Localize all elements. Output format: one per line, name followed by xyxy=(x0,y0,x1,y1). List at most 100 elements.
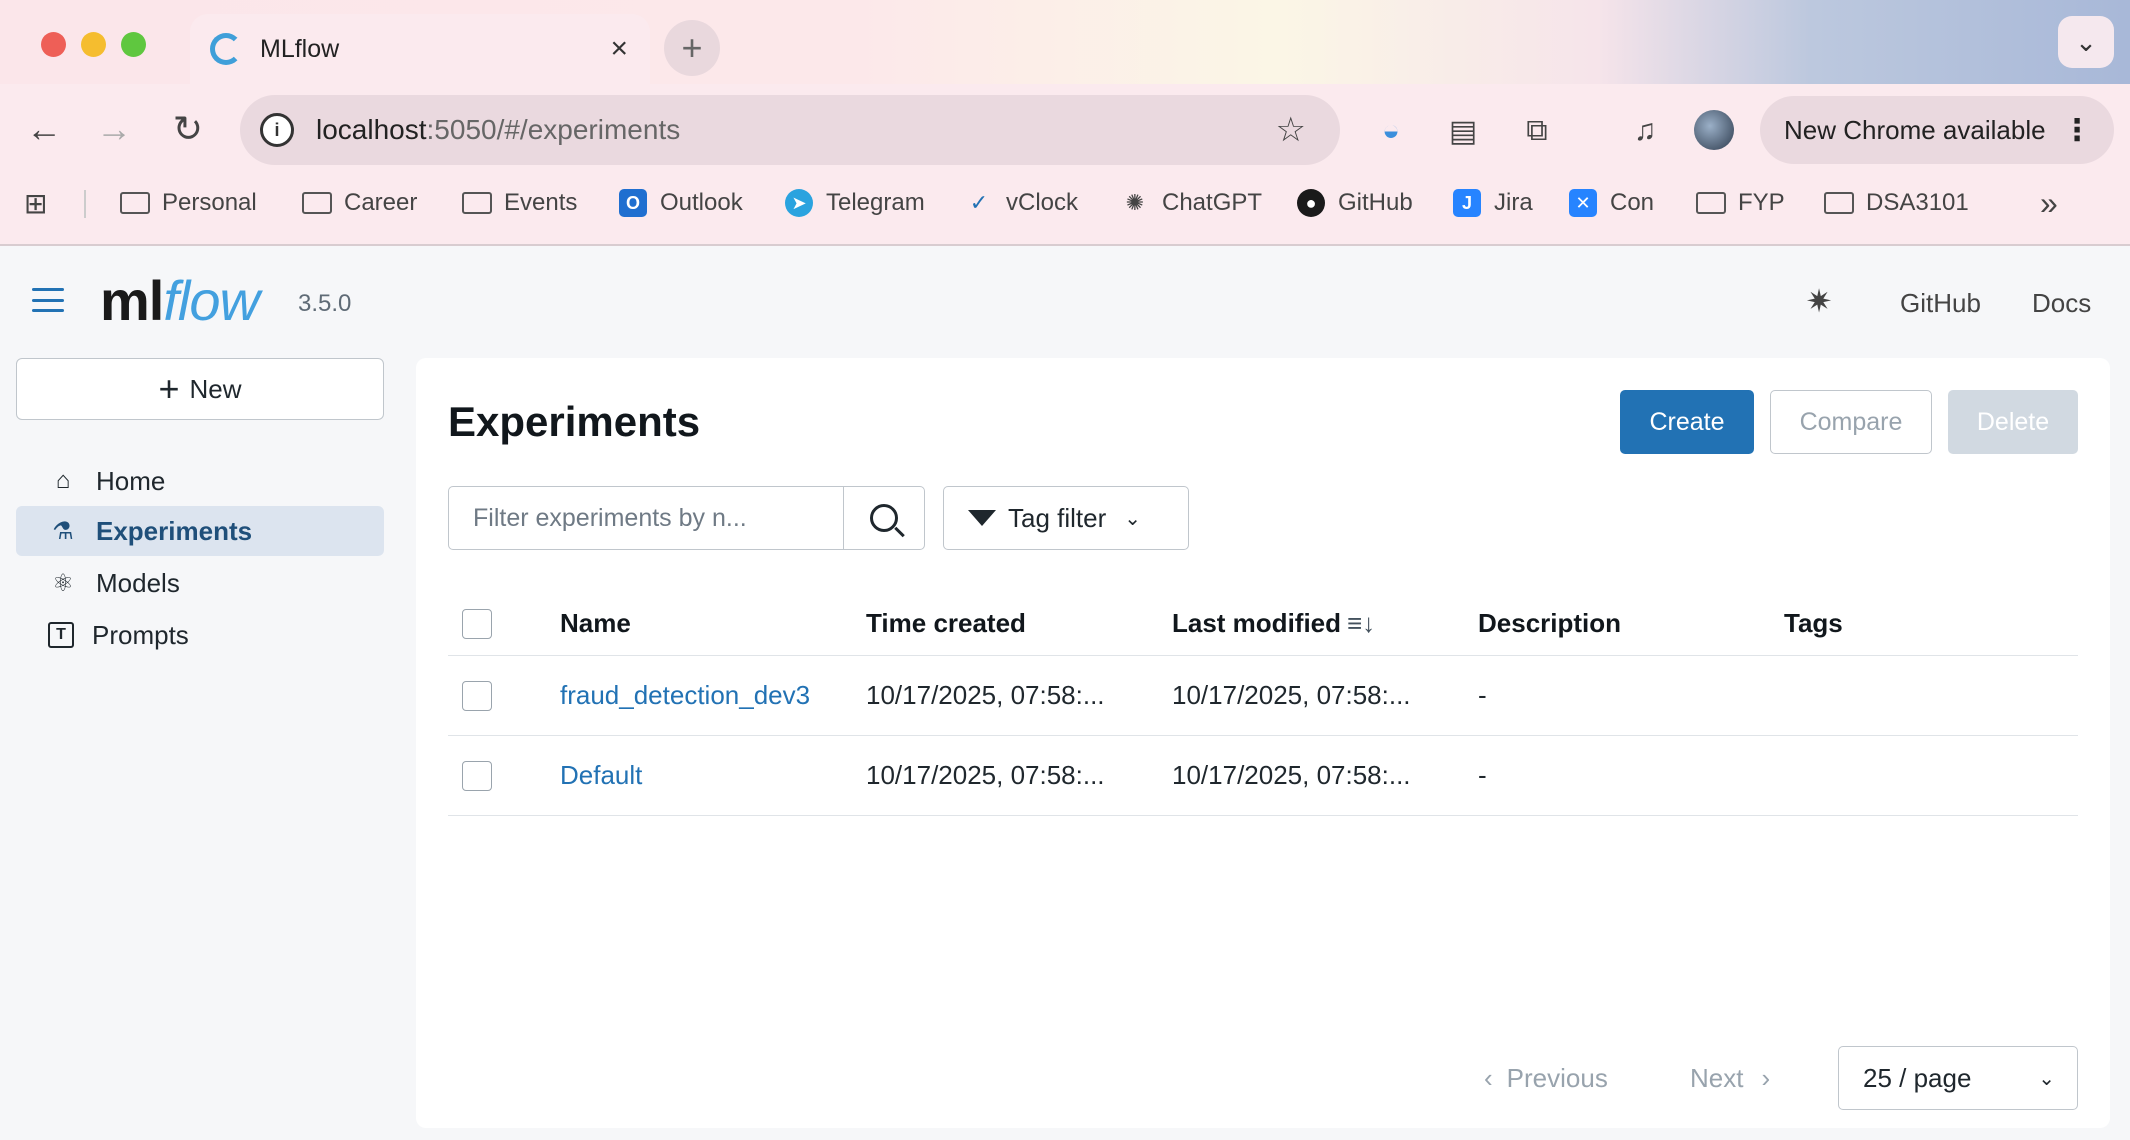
search-button[interactable] xyxy=(843,486,925,550)
more-menu-icon[interactable]: ⋮ xyxy=(2062,113,2092,148)
mlflow-app: mlflow 3.5.0 ✷ GitHub Docs + New ⌂ Home … xyxy=(0,246,2130,1140)
folder-icon xyxy=(1696,191,1726,215)
column-header-description: Description xyxy=(1478,608,1622,638)
folder-icon xyxy=(1824,191,1854,215)
delete-button[interactable]: Delete xyxy=(1948,390,2078,454)
prompts-icon: T xyxy=(48,622,74,648)
maximize-window-button[interactable] xyxy=(121,32,146,57)
row-checkbox[interactable] xyxy=(462,760,492,791)
url-text[interactable]: localhost:5050/#/experiments xyxy=(316,114,1276,146)
sort-descending-icon[interactable]: ≡↓ xyxy=(1347,608,1375,639)
bookmark-personal[interactable]: Personal xyxy=(120,180,257,226)
tab-search-chevron-icon[interactable]: ⌄ xyxy=(2058,16,2114,68)
chatgpt-icon: ✺ xyxy=(1125,190,1145,215)
folder-icon xyxy=(462,191,492,215)
filter-funnel-icon xyxy=(968,510,996,526)
bookmark-vclock[interactable]: ✓ vClock xyxy=(964,180,1078,226)
forward-arrow-icon[interactable]: → xyxy=(92,108,136,150)
sidebar-item-experiments[interactable]: ⚗ Experiments xyxy=(16,506,384,556)
new-button[interactable]: + New xyxy=(16,358,384,420)
tab-title: MLflow xyxy=(260,34,340,63)
experiment-name-link[interactable]: Default xyxy=(560,736,642,815)
folder-icon xyxy=(302,191,332,215)
theme-toggle-gear-icon[interactable]: ✷ xyxy=(1804,285,1834,317)
last-modified-cell: 10/17/2025, 07:58:... xyxy=(1172,680,1411,710)
extension-timer-icon[interactable]: ◒ xyxy=(1372,112,1410,150)
apps-grid-icon[interactable]: ⊞ xyxy=(24,180,47,226)
description-cell: - xyxy=(1478,760,1487,790)
tab-close-icon[interactable]: × xyxy=(610,32,628,66)
column-header-tags: Tags xyxy=(1784,608,1843,638)
back-arrow-icon[interactable]: ← xyxy=(22,108,66,150)
column-header-time-created[interactable]: Time created xyxy=(866,592,1026,655)
profile-avatar[interactable] xyxy=(1694,110,1734,150)
page-title: Experiments xyxy=(448,398,701,445)
close-window-button[interactable] xyxy=(41,32,66,57)
chrome-update-button[interactable]: New Chrome available ⋮ xyxy=(1760,96,2114,164)
bookmark-events[interactable]: Events xyxy=(462,180,577,226)
bookmark-chatgpt[interactable]: ✺ ChatGPT xyxy=(1120,180,1262,226)
search-icon xyxy=(870,504,898,532)
table-row: Default 10/17/2025, 07:58:... 10/17/2025… xyxy=(448,736,2078,816)
telegram-icon: ➤ xyxy=(784,189,814,217)
outlook-icon: O xyxy=(618,189,648,217)
github-icon: ● xyxy=(1296,189,1326,217)
bookmark-github[interactable]: ● GitHub xyxy=(1296,180,1413,226)
bookmark-telegram[interactable]: ➤ Telegram xyxy=(784,180,925,226)
table-row: fraud_detection_dev3 10/17/2025, 07:58:.… xyxy=(448,656,2078,736)
description-cell: - xyxy=(1478,680,1487,710)
chevron-right-icon: › xyxy=(1761,1062,1771,1093)
last-modified-cell: 10/17/2025, 07:58:... xyxy=(1172,760,1411,790)
experiment-name-link[interactable]: fraud_detection_dev3 xyxy=(560,656,810,735)
bookmark-outlook[interactable]: O Outlook xyxy=(618,180,743,226)
bookmark-fyp[interactable]: FYP xyxy=(1696,180,1785,226)
folder-icon xyxy=(120,191,150,215)
column-header-last-modified[interactable]: Last modified ≡↓ xyxy=(1172,592,1375,655)
jira-icon: J xyxy=(1452,189,1482,217)
bookmark-career[interactable]: Career xyxy=(302,180,417,226)
bookmark-jira[interactable]: J Jira xyxy=(1452,180,1533,226)
time-created-cell: 10/17/2025, 07:58:... xyxy=(866,760,1105,790)
filter-experiments-input[interactable]: Filter experiments by n... xyxy=(448,486,844,550)
extensions-puzzle-icon[interactable]: ⧉ xyxy=(1518,112,1556,150)
bookmarks-divider xyxy=(84,190,86,218)
page-size-select[interactable]: 25 / page ⌄ xyxy=(1838,1046,2078,1110)
media-control-icon[interactable]: ♫ xyxy=(1626,112,1664,150)
bookmark-star-icon[interactable]: ☆ xyxy=(1276,110,1306,150)
time-created-cell: 10/17/2025, 07:58:... xyxy=(866,680,1105,710)
bookmark-confluence[interactable]: ✕ Con xyxy=(1568,180,1654,226)
tag-filter-dropdown[interactable]: Tag filter ⌄ xyxy=(943,486,1189,550)
site-info-icon[interactable]: i xyxy=(260,113,294,147)
reload-icon[interactable]: ↻ xyxy=(166,108,210,150)
mlflow-favicon-icon xyxy=(210,33,242,65)
browser-tab[interactable]: MLflow × xyxy=(190,14,650,84)
document-icon[interactable]: ▤ xyxy=(1444,112,1482,150)
flask-icon: ⚗ xyxy=(52,517,74,545)
mlflow-logo[interactable]: mlflow xyxy=(100,268,260,333)
bookmark-dsa3101[interactable]: DSA3101 xyxy=(1824,180,1969,226)
next-page-button[interactable]: Next › xyxy=(1690,1046,1770,1110)
chevron-down-icon: ⌄ xyxy=(2038,1067,2055,1090)
compare-button[interactable]: Compare xyxy=(1770,390,1932,454)
bookmarks-overflow-icon[interactable]: » xyxy=(2040,180,2058,226)
sidebar-item-prompts[interactable]: T Prompts xyxy=(16,610,384,660)
update-label: New Chrome available xyxy=(1784,114,2046,145)
table-header: Name Time created Last modified ≡↓ Descr… xyxy=(448,592,2078,656)
sidebar-item-home[interactable]: ⌂ Home xyxy=(16,456,384,506)
home-icon: ⌂ xyxy=(55,467,71,494)
row-checkbox[interactable] xyxy=(462,680,492,711)
github-link[interactable]: GitHub xyxy=(1900,288,1981,319)
new-tab-button[interactable]: + xyxy=(664,20,720,76)
create-button[interactable]: Create xyxy=(1620,390,1754,454)
hamburger-menu-icon[interactable] xyxy=(32,288,64,312)
sidebar-item-models[interactable]: ⚛ Models xyxy=(16,558,384,608)
chevron-down-icon: ⌄ xyxy=(1124,507,1142,530)
column-header-name[interactable]: Name xyxy=(560,592,631,655)
previous-page-button[interactable]: ‹ Previous xyxy=(1484,1046,1608,1110)
address-bar[interactable]: i localhost:5050/#/experiments ☆ xyxy=(240,95,1340,165)
models-icon: ⚛ xyxy=(52,569,74,597)
select-all-checkbox[interactable] xyxy=(462,608,492,639)
docs-link[interactable]: Docs xyxy=(2032,288,2091,319)
chevron-left-icon: ‹ xyxy=(1484,1062,1493,1093)
minimize-window-button[interactable] xyxy=(81,32,106,57)
